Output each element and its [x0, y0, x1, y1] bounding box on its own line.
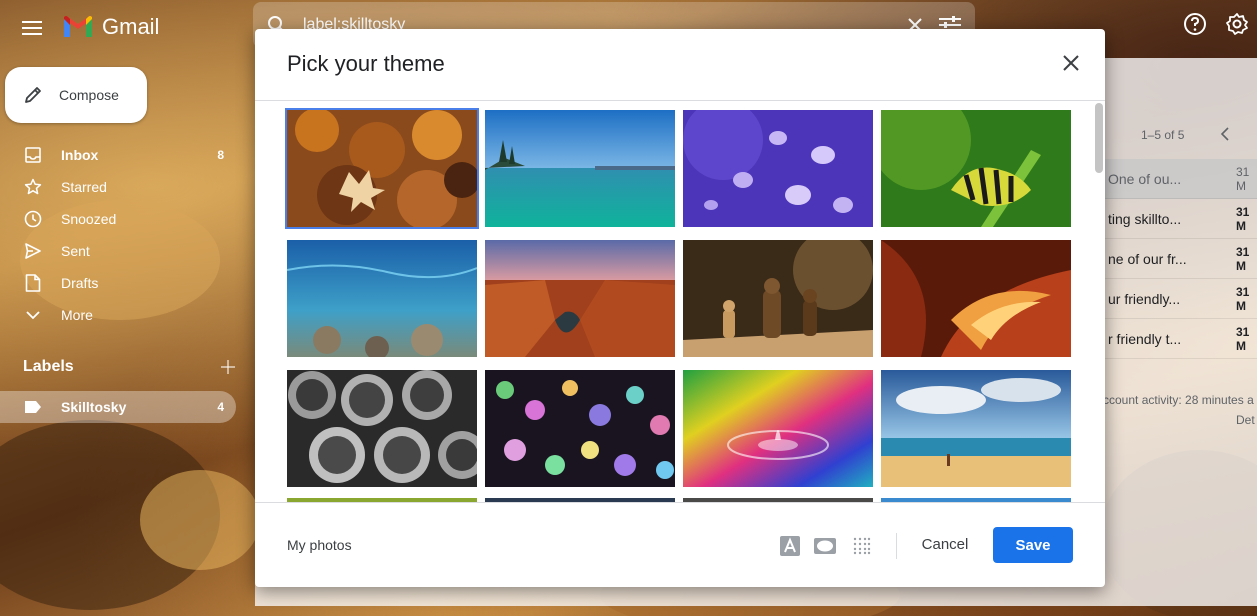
- chevron-left-icon[interactable]: [1218, 126, 1232, 142]
- pencil-icon: [25, 87, 41, 103]
- theme-beach[interactable]: [881, 370, 1071, 487]
- theme-rainbow-drop[interactable]: [683, 370, 873, 487]
- draft-icon: [24, 274, 42, 292]
- mail-row[interactable]: ur friendly... 31 M: [1098, 279, 1257, 319]
- inbox-count: 8: [217, 148, 224, 162]
- vignette-icon: [814, 538, 836, 554]
- sidebar-nav: Inbox 8 Starred Snoozed Sent Drafts More: [0, 139, 236, 331]
- mail-subject: r friendly t...: [1108, 330, 1182, 347]
- mail-date: 31 M: [1236, 164, 1250, 193]
- star-icon: [24, 178, 42, 196]
- label-name: Skilltosky: [61, 399, 127, 415]
- mail-row[interactable]: r friendly t... 31 M: [1098, 319, 1257, 359]
- text-color-icon: [780, 536, 800, 556]
- clock-icon: [24, 210, 42, 228]
- mail-subject: ne of our fr...: [1108, 250, 1187, 267]
- gmail-m-icon: [64, 16, 92, 37]
- sidebar-item-label: Inbox: [61, 147, 99, 163]
- pagination-text: 1–5 of 5: [1141, 128, 1185, 142]
- dialog-title: Pick your theme: [287, 51, 445, 76]
- chevron-down-icon: [24, 306, 42, 324]
- my-photos-link[interactable]: My photos: [287, 537, 352, 553]
- labels-section-header: Labels: [23, 358, 235, 376]
- hamburger-icon: [22, 21, 42, 35]
- theme-autumn-leaves[interactable]: [285, 108, 479, 229]
- compose-button[interactable]: Compose: [5, 67, 147, 123]
- sidebar-item-drafts[interactable]: Drafts: [0, 267, 236, 299]
- sidebar-item-label: Drafts: [61, 275, 99, 291]
- mail-date: 31 M: [1236, 244, 1250, 273]
- mail-date: 31 M: [1236, 284, 1250, 313]
- blur-icon: [853, 537, 871, 555]
- mail-date: 31 M: [1236, 204, 1250, 233]
- sidebar-item-label: Snoozed: [61, 211, 117, 227]
- inbox-icon: [24, 146, 42, 164]
- gmail-logo[interactable]: Gmail: [62, 14, 159, 40]
- theme-chess[interactable]: [683, 240, 873, 357]
- label-tag-icon: [24, 400, 42, 414]
- theme-grid-scrollbar[interactable]: [1095, 103, 1103, 173]
- sidebar-item-more[interactable]: More: [0, 299, 236, 331]
- close-icon: [1063, 55, 1079, 71]
- divider: [255, 502, 1105, 503]
- theme-canyon[interactable]: [485, 240, 675, 357]
- save-button[interactable]: Save: [993, 527, 1073, 563]
- main-menu-button[interactable]: [16, 12, 48, 44]
- theme-jellyfish[interactable]: [683, 110, 873, 227]
- sidebar-item-label: More: [61, 307, 93, 323]
- cancel-button[interactable]: Cancel: [915, 526, 975, 562]
- sidebar-item-starred[interactable]: Starred: [0, 171, 236, 203]
- plus-icon[interactable]: [221, 360, 235, 374]
- settings-gear-icon[interactable]: [1225, 12, 1249, 36]
- account-activity-text: ccount activity: 28 minutes a: [1103, 393, 1254, 407]
- mail-row[interactable]: One of ou... 31 M: [1098, 159, 1257, 199]
- theme-pipes[interactable]: [287, 370, 477, 487]
- vignette-button[interactable]: [814, 535, 836, 557]
- label-count: 4: [217, 400, 224, 414]
- text-background-button[interactable]: [779, 535, 801, 557]
- labels-heading: Labels: [23, 358, 74, 375]
- sidebar-item-inbox[interactable]: Inbox 8: [0, 139, 236, 171]
- app-name: Gmail: [102, 14, 160, 39]
- divider: [896, 533, 897, 559]
- compose-label: Compose: [59, 87, 119, 103]
- mail-row[interactable]: ting skillto... 31 M: [1098, 199, 1257, 239]
- send-icon: [24, 242, 42, 260]
- sidebar-item-sent[interactable]: Sent: [0, 235, 236, 267]
- details-link[interactable]: Det: [1236, 413, 1255, 427]
- theme-picker-dialog: Pick your theme My photos Cancel Save: [255, 29, 1105, 587]
- mail-subject: One of ou...: [1108, 170, 1182, 187]
- theme-underwater[interactable]: [287, 240, 477, 357]
- sidebar-label-skilltosky[interactable]: Skilltosky 4: [0, 391, 236, 423]
- sidebar-item-label: Starred: [61, 179, 107, 195]
- theme-antelope-canyon[interactable]: [881, 240, 1071, 357]
- theme-lake[interactable]: [485, 110, 675, 227]
- sidebar-item-label: Sent: [61, 243, 90, 259]
- theme-caterpillar[interactable]: [881, 110, 1071, 227]
- sidebar-item-snoozed[interactable]: Snoozed: [0, 203, 236, 235]
- blur-button[interactable]: [851, 535, 873, 557]
- help-icon[interactable]: [1183, 12, 1207, 36]
- mail-subject: ting skillto...: [1108, 210, 1182, 227]
- mail-date: 31 M: [1236, 324, 1250, 353]
- theme-bokeh[interactable]: [485, 370, 675, 487]
- mail-row[interactable]: ne of our fr... 31 M: [1098, 239, 1257, 279]
- top-right-actions: [1183, 12, 1249, 36]
- theme-grid[interactable]: [255, 101, 1105, 502]
- mail-subject: ur friendly...: [1108, 290, 1181, 307]
- close-dialog-button[interactable]: [1059, 51, 1083, 75]
